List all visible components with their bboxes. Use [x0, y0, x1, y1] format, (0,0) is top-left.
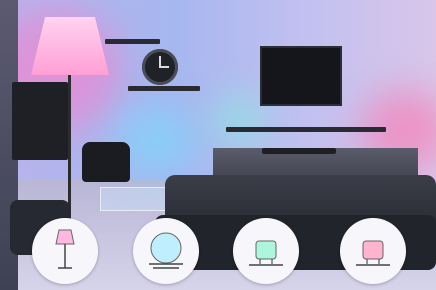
orb-lamp-button[interactable]: [133, 218, 199, 284]
table-lamp-teal-icon: [249, 240, 283, 266]
orb-lamp-icon: [149, 232, 183, 269]
table-lamp-pink-icon: [356, 240, 390, 266]
teal-table-lamp-button[interactable]: [233, 218, 299, 284]
wall-clock: [142, 49, 178, 85]
floor-lamp-icon: [55, 229, 75, 269]
left-cabinet: [12, 82, 68, 160]
pink-table-lamp-button[interactable]: [340, 218, 406, 284]
living-room-scene: [0, 0, 436, 290]
tv-shelf: [226, 127, 386, 132]
soundbar: [262, 148, 336, 154]
lounge-chair: [82, 142, 130, 182]
upper-shelf: [105, 39, 160, 44]
television: [260, 46, 342, 106]
floor-lamp-button[interactable]: [32, 218, 98, 284]
lower-shelf: [128, 86, 200, 91]
